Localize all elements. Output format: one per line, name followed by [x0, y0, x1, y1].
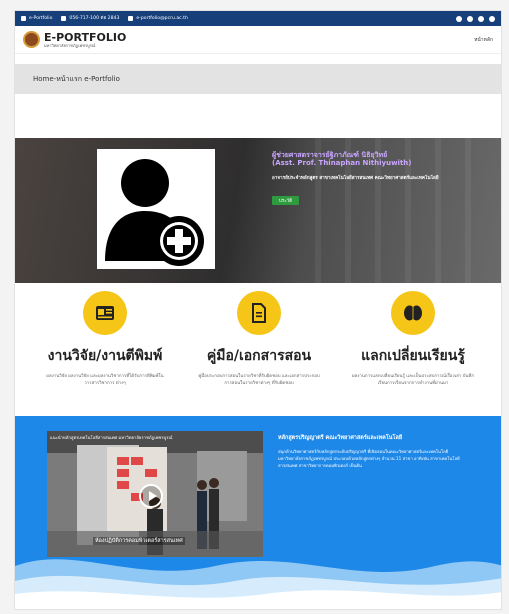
feature-knowledge[interactable]: แลกเปลี่ยนเรียนรู้ ผลงานการแลกเปลี่ยนเรี… [333, 291, 493, 387]
hero-background [15, 138, 501, 283]
profile-role: อาจารย์ประจำหลักสูตร สาขาเทคโนโลยีสารสนเ… [272, 176, 439, 181]
program-title: หลักสูตรปริญญาตรี คณะวิทยาศาสตร์และเทคโน… [278, 435, 403, 441]
logo-text[interactable]: E-PORTFOLIO มหาวิทยาลัยราชภัฏเพชรบูรณ์ [44, 32, 126, 48]
profile-name-en: (Asst. Prof. Thinaphan Nithiyuwith) [272, 159, 412, 167]
video-title: แนะนำหลักสูตรเทคโนโลยีสารสนเทศ มหาวิทยาล… [50, 435, 173, 440]
history-button[interactable]: ประวัติ [272, 196, 299, 205]
mail-icon [128, 16, 134, 21]
home-icon[interactable] [456, 15, 462, 22]
feature-title: แลกเปลี่ยนเรียนรู้ [361, 348, 465, 364]
video-player[interactable]: แนะนำหลักสูตรเทคโนโลยีสารสนเทศ มหาวิทยาล… [47, 431, 263, 557]
topbar-eportfolio[interactable]: e-Portfolio [21, 16, 52, 21]
site-header: E-PORTFOLIO มหาวิทยาลัยราชภัฏเพชรบูรณ์ ห… [15, 26, 501, 54]
globe-icon[interactable] [467, 15, 473, 22]
program-description: สนุกด้านวิทยาศาสตร์กับหลักสูตรระดับปริญญ… [278, 449, 460, 468]
youtube-icon[interactable] [489, 15, 495, 22]
feature-research[interactable]: งานวิจัย/งานตีพิมพ์ ผลงานวิจัย ผลงานวิจั… [25, 291, 185, 387]
topbar-phone[interactable]: 056-717-100 ต่อ 2843 [61, 15, 119, 22]
play-icon[interactable] [139, 484, 163, 508]
video-caption: ห้องปฏิบัติการคอมพิวเตอร์สารสนเทศ [93, 537, 185, 545]
nav-home-link[interactable]: หน้าหลัก [474, 36, 493, 44]
avatar [97, 149, 215, 269]
feature-title: งานวิจัย/งานตีพิมพ์ [47, 348, 163, 364]
newspaper-icon [83, 291, 127, 335]
brain-icon [391, 291, 435, 335]
breadcrumb: Home-หน้าแรก e-Portfolio [33, 74, 120, 83]
document-icon [237, 291, 281, 335]
feature-section: งานวิจัย/งานตีพิมพ์ ผลงานวิจัย ผลงานวิจั… [15, 291, 501, 406]
feature-desc: ผลงานการแลกเปลี่ยนเรียนรู้ และเป็นประสบก… [351, 374, 474, 386]
logo-title: E-PORTFOLIO [44, 30, 127, 44]
program-section: แนะนำหลักสูตรเทคโนโลยีสารสนเทศ มหาวิทยาล… [15, 416, 501, 609]
topbar-email[interactable]: e-portfolio@pcru.ac.th [128, 16, 188, 21]
facebook-icon[interactable] [478, 15, 484, 22]
feature-desc: คู่มือประกอบการสอนในรายวิชาที่รับผิดชอบ … [198, 374, 320, 386]
breadcrumb-bar: Home-หน้าแรก e-Portfolio [15, 64, 501, 94]
page: e-Portfolio 056-717-100 ต่อ 2843 e-portf… [14, 10, 502, 610]
feature-manuals[interactable]: คู่มือ/เอกสารสอน คู่มือประกอบการสอนในราย… [179, 291, 339, 387]
university-logo-icon[interactable] [23, 31, 40, 48]
phone-icon [61, 16, 67, 21]
social-links [456, 15, 495, 22]
feature-title: คู่มือ/เอกสารสอน [206, 348, 312, 364]
add-user-icon [105, 159, 204, 266]
profile-hero: ผู้ช่วยศาสตราจารย์ฐิภาภัณฑ์ นิธิยุวิทย์ … [15, 138, 501, 283]
location-icon [21, 16, 26, 21]
feature-desc: ผลงานวิจัย ผลงานวิจัย และผลงานวิชาการที่… [46, 374, 164, 386]
top-contact-bar: e-Portfolio 056-717-100 ต่อ 2843 e-portf… [15, 11, 501, 26]
